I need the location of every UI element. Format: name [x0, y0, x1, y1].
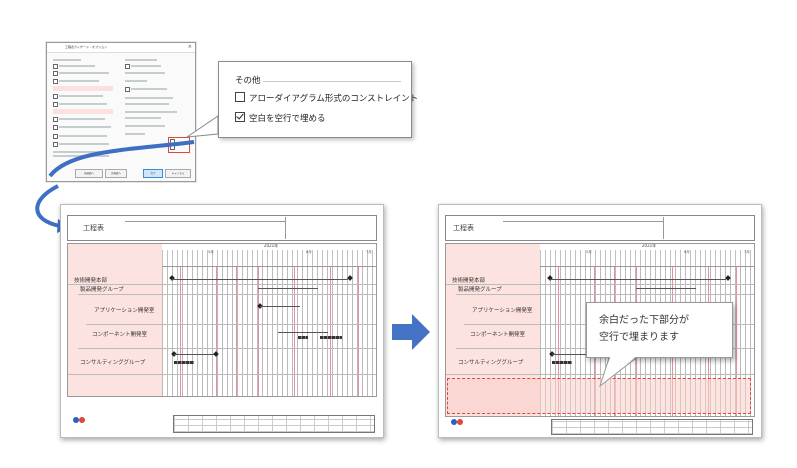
bubble-tail-cover — [604, 354, 639, 381]
